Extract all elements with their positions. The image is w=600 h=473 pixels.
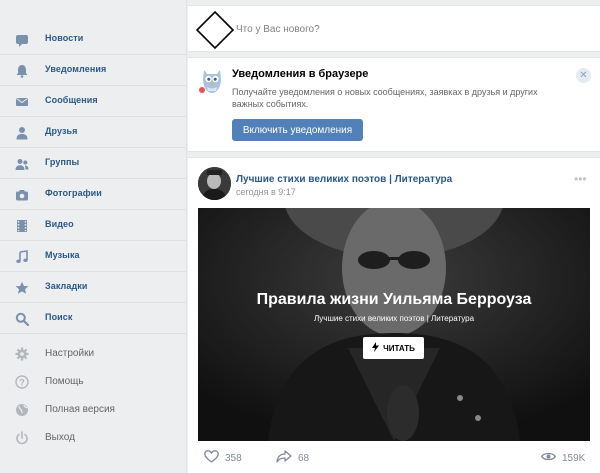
power-icon <box>14 430 30 446</box>
close-icon[interactable]: ✕ <box>576 68 591 83</box>
star-icon <box>14 280 30 296</box>
notification-owl-icon <box>199 70 221 93</box>
sidebar-item-video[interactable]: Видео <box>0 210 186 241</box>
author-avatar[interactable] <box>198 167 231 200</box>
sidebar-item-label: Друзья <box>45 126 78 136</box>
eye-icon <box>541 451 556 465</box>
sidebar-item-label: Уведомления <box>45 64 107 74</box>
sidebar-item-settings[interactable]: Настройки <box>0 340 186 368</box>
sidebar-item-messages[interactable]: Сообщения <box>0 86 186 117</box>
sidebar-item-bookmarks[interactable]: Закладки <box>0 272 186 303</box>
sidebar-item-help[interactable]: ? Помощь <box>0 368 186 396</box>
sidebar-item-label: Видео <box>45 219 74 229</box>
sidebar-item-label: Сообщения <box>45 95 98 105</box>
search-icon <box>14 311 30 327</box>
share-arrow-icon <box>276 450 292 466</box>
news-icon <box>14 32 30 48</box>
views-counter: 159K <box>541 450 585 466</box>
sidebar-item-label: Поиск <box>45 312 73 322</box>
enable-notifications-button[interactable]: Включить уведомления <box>232 119 363 141</box>
more-options-icon[interactable]: ••• <box>574 172 587 186</box>
message-icon <box>14 94 30 110</box>
share-button[interactable]: 68 <box>276 450 309 466</box>
sidebar-item-groups[interactable]: Группы <box>0 148 186 179</box>
sidebar-item-logout[interactable]: Выход <box>0 424 186 452</box>
sidebar-item-label: Закладки <box>45 281 88 291</box>
globe-icon <box>14 402 30 418</box>
music-note-icon <box>14 249 30 265</box>
camera-icon <box>14 187 30 203</box>
sidebar-item-search[interactable]: Поиск <box>0 303 186 334</box>
share-count: 68 <box>298 452 310 464</box>
sidebar-item-photos[interactable]: Фотографии <box>0 179 186 210</box>
sidebar-item-label: Группы <box>45 157 80 167</box>
sidebar-item-label: Полная версия <box>45 404 115 415</box>
like-button[interactable]: 358 <box>204 450 242 466</box>
sidebar-item-label: Выход <box>45 432 75 443</box>
read-button[interactable]: ЧИТАТЬ <box>363 337 424 359</box>
help-icon: ? <box>14 374 30 390</box>
notification-title: Уведомления в браузере <box>232 68 369 80</box>
sidebar-item-music[interactable]: Музыка <box>0 241 186 272</box>
views-count: 159K <box>562 452 586 464</box>
sidebar-item-news[interactable]: Новости <box>0 24 186 55</box>
sidebar-item-label: Фотографии <box>45 188 102 198</box>
heart-icon <box>204 450 219 466</box>
svg-text:?: ? <box>19 377 25 387</box>
sidebar-item-notifications[interactable]: Уведомления <box>0 55 186 86</box>
group-icon <box>14 156 30 172</box>
sidebar-item-label: Новости <box>45 33 84 43</box>
post-author-link[interactable]: Лучшие стихи великих поэтов | Литература <box>236 174 452 185</box>
sidebar-item-friends[interactable]: Друзья <box>0 117 186 148</box>
film-icon <box>14 218 30 234</box>
article-image[interactable] <box>198 208 590 441</box>
compose-input[interactable]: Что у Вас нового? <box>236 24 320 35</box>
user-avatar[interactable] <box>196 11 234 49</box>
sidebar: Новости Уведомления Сообщения Друзья Гру… <box>0 0 187 473</box>
sidebar-item-full-version[interactable]: Полная версия <box>0 396 186 424</box>
notification-body: Получайте уведомления о новых сообщениях… <box>232 87 538 109</box>
post-timestamp: сегодня в 9:17 <box>236 187 296 197</box>
article-title: Правила жизни Уильяма Берроуза <box>256 291 532 308</box>
like-count: 358 <box>225 452 242 464</box>
sidebar-item-label: Музыка <box>45 250 80 260</box>
person-icon <box>14 125 30 141</box>
bell-icon <box>14 63 30 79</box>
read-button-label: ЧИТАТЬ <box>383 343 415 353</box>
sidebar-item-label: Помощь <box>45 376 84 387</box>
article-source: Лучшие стихи великих поэтов | Литература <box>313 314 475 323</box>
gear-icon <box>14 346 30 362</box>
lightning-icon <box>372 342 380 354</box>
sidebar-item-label: Настройки <box>45 348 95 359</box>
